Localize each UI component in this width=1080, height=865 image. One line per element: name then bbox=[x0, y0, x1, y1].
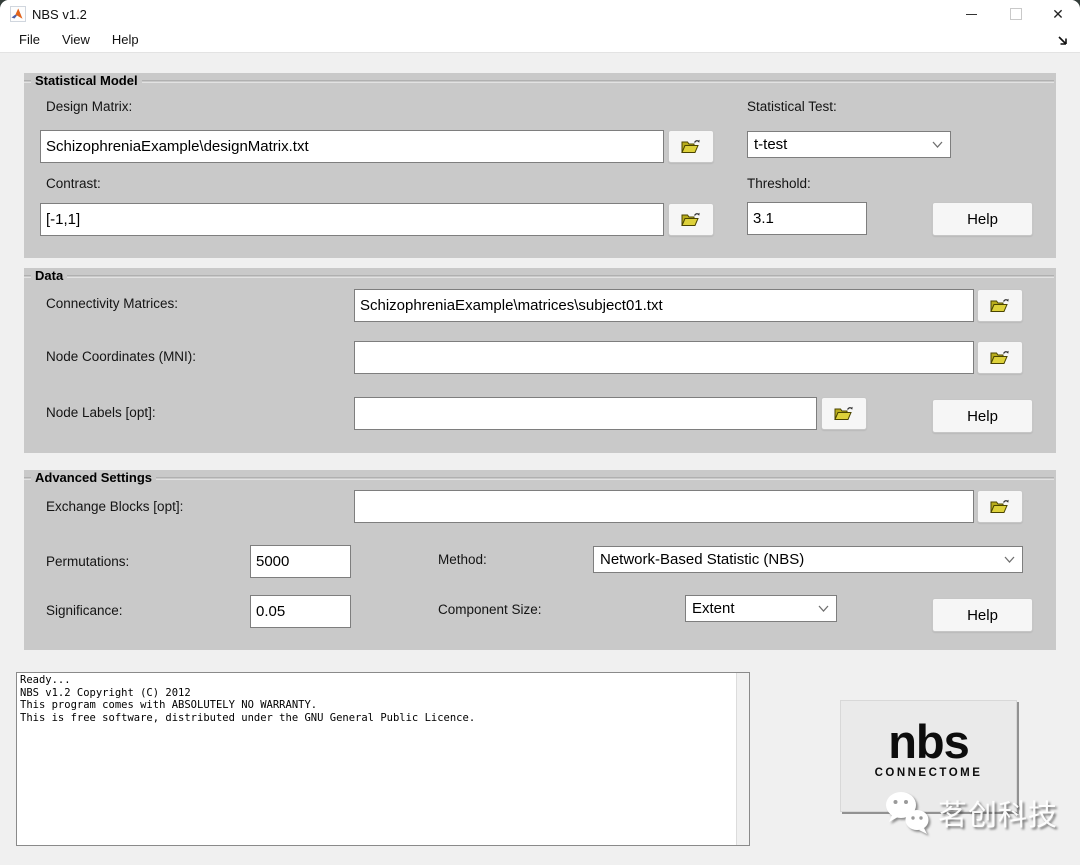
panel-divider bbox=[24, 275, 1054, 278]
open-folder-icon bbox=[681, 211, 702, 228]
statistical-test-label: Statistical Test: bbox=[747, 99, 837, 114]
significance-label: Significance: bbox=[46, 603, 123, 618]
component-size-label: Component Size: bbox=[438, 602, 542, 617]
window-title: NBS v1.2 bbox=[32, 7, 87, 22]
title-bar: NBS v1.2 ✕ bbox=[0, 0, 1080, 28]
panel-divider bbox=[24, 477, 1054, 480]
close-button[interactable]: ✕ bbox=[1042, 0, 1074, 28]
app-window: NBS v1.2 ✕ File View Help Statistical Mo… bbox=[0, 0, 1080, 865]
exchange-blocks-label: Exchange Blocks [opt]: bbox=[46, 499, 183, 514]
matlab-icon bbox=[10, 6, 26, 22]
advanced-settings-title: Advanced Settings bbox=[31, 470, 156, 485]
maximize-button[interactable] bbox=[1000, 0, 1032, 28]
chevron-down-icon bbox=[818, 605, 829, 612]
status-console[interactable]: Ready...NBS v1.2 Copyright (C) 2012This … bbox=[16, 672, 750, 846]
statistical-model-panel: Statistical Model Design Matrix: Statist… bbox=[24, 73, 1056, 258]
maximize-icon bbox=[1010, 8, 1022, 20]
open-folder-icon bbox=[990, 297, 1011, 314]
statistical-test-dropdown[interactable]: t-test bbox=[747, 131, 951, 158]
permutations-label: Permutations: bbox=[46, 554, 129, 569]
method-value: Network-Based Statistic (NBS) bbox=[600, 551, 804, 568]
statistical-test-value: t-test bbox=[754, 136, 787, 153]
exchange-blocks-browse-button[interactable] bbox=[977, 490, 1023, 523]
contrast-label: Contrast: bbox=[46, 176, 101, 191]
nbs-logo-subtitle: CONNECTOME bbox=[841, 767, 1016, 779]
method-label: Method: bbox=[438, 552, 487, 567]
component-size-value: Extent bbox=[692, 600, 735, 617]
watermark-text: 茗创科技 bbox=[938, 792, 1058, 834]
menu-view[interactable]: View bbox=[51, 29, 101, 51]
component-size-dropdown[interactable]: Extent bbox=[685, 595, 837, 622]
design-matrix-label: Design Matrix: bbox=[46, 99, 132, 114]
contrast-input[interactable] bbox=[40, 203, 664, 236]
cursor-arrow-icon bbox=[1056, 34, 1070, 48]
connectivity-matrices-label: Connectivity Matrices: bbox=[46, 296, 178, 311]
chevron-down-icon bbox=[932, 141, 943, 148]
open-folder-icon bbox=[834, 405, 855, 422]
data-panel: Data Connectivity Matrices: Node Coordin… bbox=[24, 268, 1056, 453]
nbs-logo-text: nbs bbox=[841, 718, 1016, 765]
menu-file[interactable]: File bbox=[8, 29, 51, 51]
permutations-input[interactable] bbox=[250, 545, 351, 578]
design-matrix-browse-button[interactable] bbox=[668, 130, 714, 163]
data-help-button[interactable]: Help bbox=[932, 399, 1033, 433]
minimize-icon bbox=[966, 14, 977, 15]
menu-bar: File View Help bbox=[0, 28, 1080, 53]
console-scrollbar[interactable] bbox=[736, 673, 749, 845]
connectivity-browse-button[interactable] bbox=[977, 289, 1023, 322]
console-text: Ready...NBS v1.2 Copyright (C) 2012This … bbox=[20, 674, 735, 724]
method-dropdown[interactable]: Network-Based Statistic (NBS) bbox=[593, 546, 1023, 573]
node-labels-input[interactable] bbox=[354, 397, 817, 430]
chevron-down-icon bbox=[1004, 556, 1015, 563]
statistical-model-help-button[interactable]: Help bbox=[932, 202, 1033, 236]
wechat-icon bbox=[882, 789, 932, 837]
panel-divider bbox=[24, 80, 1054, 83]
connectivity-matrices-input[interactable] bbox=[354, 289, 974, 322]
design-matrix-input[interactable] bbox=[40, 130, 664, 163]
exchange-blocks-input[interactable] bbox=[354, 490, 974, 523]
menu-help[interactable]: Help bbox=[101, 29, 150, 51]
significance-input[interactable] bbox=[250, 595, 351, 628]
contrast-browse-button[interactable] bbox=[668, 203, 714, 236]
node-coordinates-input[interactable] bbox=[354, 341, 974, 374]
node-coordinates-label: Node Coordinates (MNI): bbox=[46, 349, 196, 364]
open-folder-icon bbox=[990, 498, 1011, 515]
node-labels-browse-button[interactable] bbox=[821, 397, 867, 430]
open-folder-icon bbox=[681, 138, 702, 155]
advanced-help-button[interactable]: Help bbox=[932, 598, 1033, 632]
statistical-model-title: Statistical Model bbox=[31, 73, 142, 88]
node-coordinates-browse-button[interactable] bbox=[977, 341, 1023, 374]
threshold-input[interactable] bbox=[747, 202, 867, 235]
minimize-button[interactable] bbox=[955, 0, 987, 28]
node-labels-label: Node Labels [opt]: bbox=[46, 405, 156, 420]
open-folder-icon bbox=[990, 349, 1011, 366]
data-title: Data bbox=[31, 268, 67, 283]
threshold-label: Threshold: bbox=[747, 176, 811, 191]
advanced-settings-panel: Advanced Settings Exchange Blocks [opt]:… bbox=[24, 470, 1056, 650]
watermark: 茗创科技 bbox=[882, 789, 1058, 837]
